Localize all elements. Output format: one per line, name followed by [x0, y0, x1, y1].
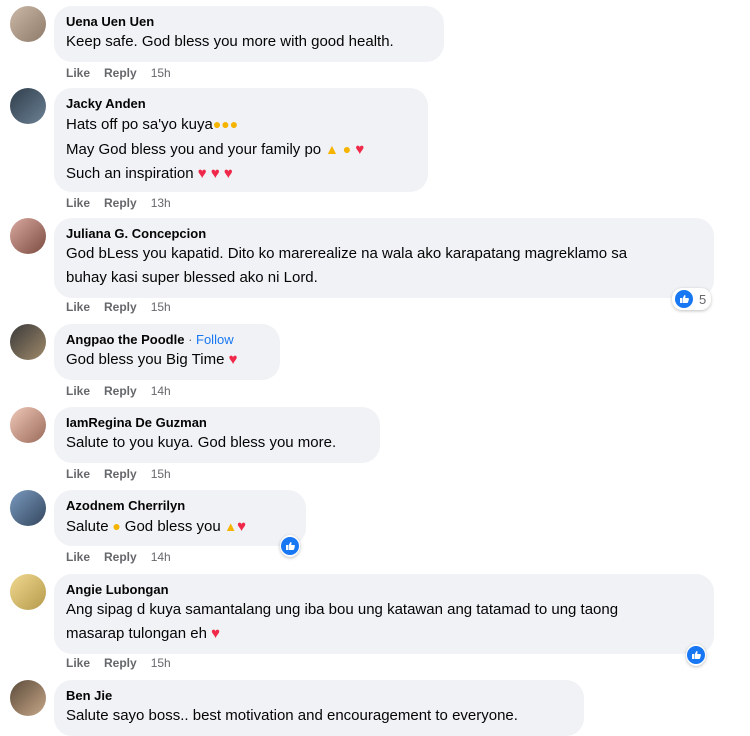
hearts-emoji-icon: ♥ — [237, 518, 247, 535]
reply-button[interactable]: Reply — [104, 66, 137, 80]
comment-bubble: Juliana G. Concepcion God bLess you kapa… — [54, 218, 714, 298]
comment-author[interactable]: Ben Jie — [66, 688, 572, 704]
comment-text: Hats off po sa'yo kuya — [66, 116, 213, 133]
comment-text: Salute — [66, 518, 109, 535]
salute-emoji-icon: ● — [108, 518, 125, 534]
heart-emoji-icon: ♥ — [351, 141, 365, 158]
comment-bubble: Angie Lubongan Ang sipag d kuya samantal… — [54, 574, 714, 654]
avatar[interactable] — [10, 680, 46, 716]
avatar[interactable] — [10, 574, 46, 610]
comment-timestamp[interactable]: 15h — [151, 300, 171, 314]
like-button[interactable]: Like — [66, 467, 90, 481]
reply-button[interactable]: Reply — [104, 467, 137, 481]
comment-bubble: IamRegina De Guzman Salute to you kuya. … — [54, 407, 380, 463]
like-button[interactable]: Like — [66, 656, 90, 670]
comment-timestamp[interactable]: 13h — [151, 196, 171, 210]
comment-text: Such an inspiration — [66, 165, 194, 182]
like-reaction-icon — [687, 646, 705, 664]
comment-text: God bLess you kapatid. Dito ko marereali… — [66, 245, 628, 262]
avatar[interactable] — [10, 490, 46, 526]
heart-emoji-icon: ♥ — [206, 625, 221, 642]
like-button[interactable]: Like — [66, 300, 90, 314]
comment-text: buhay kasi super blessed ako ni Lord. — [66, 269, 318, 286]
avatar[interactable] — [10, 324, 46, 360]
comment-author[interactable]: Azodnem Cherrilyn — [66, 498, 294, 514]
avatar[interactable] — [10, 6, 46, 42]
heart-emoji-icon: ♥ — [224, 351, 238, 368]
separator-dot: · — [184, 332, 197, 347]
comment-text: Keep safe. God bless you more with good … — [66, 33, 394, 50]
heart-emoji-icon: ♥ ♥ ♥ — [193, 165, 233, 182]
comment-author[interactable]: Angpao the Poodle — [66, 332, 184, 347]
reply-button[interactable]: Reply — [104, 550, 137, 564]
like-button[interactable]: Like — [66, 66, 90, 80]
comment-actions: Like Reply 14h — [66, 384, 185, 398]
comment-text: Ang sipag d kuya samantalang ung iba bou… — [66, 601, 619, 618]
reply-button[interactable]: Reply — [104, 300, 137, 314]
pray-emoji-icon: ▲ — [321, 141, 339, 157]
comment-timestamp[interactable]: 14h — [151, 550, 171, 564]
comment-text: May God bless you and your family po — [66, 141, 322, 158]
reply-button[interactable]: Reply — [104, 656, 137, 670]
like-button[interactable]: Like — [66, 196, 90, 210]
comment-author[interactable]: Angie Lubongan — [66, 582, 702, 598]
comment-text: God bless you Big Time — [66, 351, 225, 368]
comment-author[interactable]: Juliana G. Concepcion — [66, 226, 702, 242]
reaction-count-value: 5 — [699, 291, 707, 307]
comment-bubble: Azodnem Cherrilyn Salute ● God bless you… — [54, 490, 306, 546]
reply-button[interactable]: Reply — [104, 196, 137, 210]
comment-actions: Like Reply 15h — [66, 467, 185, 481]
comment-actions: Like Reply 14h — [66, 550, 185, 564]
comment-timestamp[interactable]: 14h — [151, 384, 171, 398]
comment-actions: Like Reply 15h — [66, 656, 185, 670]
comment-actions: Like Reply 13h — [66, 196, 185, 210]
comment-bubble: Uena Uen Uen Keep safe. God bless you mo… — [54, 6, 444, 62]
comment-timestamp[interactable]: 15h — [151, 656, 171, 670]
comment-bubble: Angpao the Poodle · Follow God bless you… — [54, 324, 280, 380]
like-button[interactable]: Like — [66, 384, 90, 398]
comment-actions: Like Reply 15h — [66, 66, 185, 80]
pray-emoji-icon: ▲ — [220, 519, 238, 534]
avatar[interactable] — [10, 407, 46, 443]
comment-bubble: Ben Jie Salute sayo boss.. best motivati… — [54, 680, 584, 736]
reaction-count[interactable] — [686, 644, 706, 666]
comment-actions: Like Reply 15h — [66, 300, 185, 314]
comment-text: Salute to you kuya. God bless you more. — [66, 434, 337, 451]
follow-link[interactable]: Follow — [196, 332, 234, 347]
reply-button[interactable]: Reply — [104, 384, 137, 398]
comment-timestamp[interactable]: 15h — [151, 467, 171, 481]
reaction-count[interactable] — [280, 535, 300, 557]
comment-author[interactable]: Jacky Anden — [66, 96, 416, 112]
comment-bubble: Jacky Anden Hats off po sa'yo kuya●●● Ma… — [54, 88, 428, 192]
comment-text: masarap tulongan eh — [66, 625, 207, 642]
clap-emoji-icon: ●●● — [212, 116, 239, 132]
like-reaction-icon — [675, 290, 693, 308]
comment-timestamp[interactable]: 15h — [151, 66, 171, 80]
avatar[interactable] — [10, 88, 46, 124]
like-reaction-icon — [281, 537, 299, 555]
hug-emoji-icon: ● — [338, 141, 352, 157]
comment-text: Salute sayo boss.. best motivation and e… — [66, 707, 518, 724]
avatar[interactable] — [10, 218, 46, 254]
comment-author[interactable]: IamRegina De Guzman — [66, 415, 368, 431]
comment-author[interactable]: Uena Uen Uen — [66, 14, 432, 30]
reaction-count[interactable]: 5 — [672, 288, 712, 310]
comment-text: God bless you — [124, 518, 221, 535]
like-button[interactable]: Like — [66, 550, 90, 564]
